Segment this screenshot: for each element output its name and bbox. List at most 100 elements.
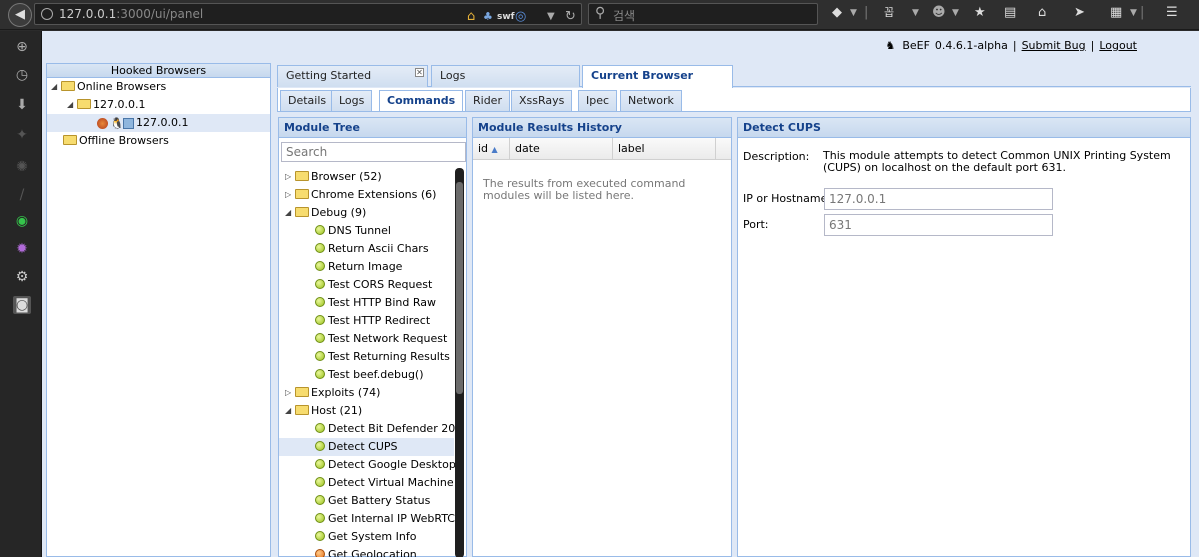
- bookmark-star-icon[interactable]: ★: [974, 4, 986, 22]
- globe-addon-icon[interactable]: ◎: [515, 8, 526, 26]
- module-item[interactable]: Test HTTP Bind Raw: [279, 294, 454, 312]
- green-addon-icon[interactable]: ◉: [13, 212, 31, 230]
- module-item[interactable]: DNS Tunnel: [279, 222, 454, 240]
- module-item[interactable]: Return Image: [279, 258, 454, 276]
- screen-sidebar-icon[interactable]: ◙: [13, 296, 31, 314]
- online-browsers-node[interactable]: ◢ Online Browsers: [51, 78, 166, 96]
- host-label: IP or Hostname:: [743, 192, 832, 205]
- tab-current-browser[interactable]: Current Browser: [582, 65, 733, 88]
- expanded-arrow-icon[interactable]: ◢: [67, 96, 77, 114]
- host-node[interactable]: ◢ 127.0.0.1: [67, 96, 145, 114]
- module-results-title: Module Results History: [473, 118, 731, 138]
- bookmark-sidebar-icon[interactable]: ⊕: [13, 38, 31, 56]
- expanded-arrow-icon[interactable]: ◢: [285, 204, 295, 222]
- url-text: 127.0.0.1:3000/ui/panel: [59, 7, 204, 21]
- column-date[interactable]: date: [510, 138, 613, 160]
- submit-bug-link[interactable]: Submit Bug: [1022, 39, 1086, 52]
- collapsed-arrow-icon[interactable]: ▷: [285, 186, 295, 204]
- expanded-arrow-icon[interactable]: ◢: [51, 78, 61, 96]
- module-search-input[interactable]: Search: [281, 142, 466, 162]
- module-detail-panel: Detect CUPS Description: This module att…: [737, 117, 1191, 557]
- folder-icon: [295, 387, 309, 397]
- settings-sidebar-icon[interactable]: ⚙: [13, 268, 31, 286]
- linux-icon: 🐧: [110, 116, 124, 130]
- sub-tab-strip: Details Logs Commands Rider XssRays Ipec…: [277, 88, 1191, 112]
- module-category[interactable]: ▷ Browser (52): [279, 168, 454, 186]
- expanded-arrow-icon[interactable]: ◢: [285, 402, 295, 420]
- menu-icon[interactable]: ☰: [1166, 4, 1178, 22]
- port-input[interactable]: 631: [824, 214, 1053, 236]
- hooked-client-row[interactable]: 🐧 127.0.0.1: [47, 114, 270, 132]
- grid-icon[interactable]: ▦: [1110, 4, 1122, 22]
- module-item[interactable]: Test Network Request: [279, 330, 454, 348]
- gear-sidebar-icon[interactable]: ✺: [13, 158, 31, 176]
- module-item[interactable]: Return Ascii Chars: [279, 240, 454, 258]
- module-category[interactable]: ◢ Debug (9): [279, 204, 454, 222]
- module-item[interactable]: Get Internal IP WebRTC: [279, 510, 455, 528]
- browser-sidebar: ⊕ ◷ ⬇ ✦ ✺ / ◉ ✹ ⚙ ◙: [0, 31, 42, 557]
- swf-addon-icon[interactable]: swf: [497, 8, 515, 26]
- tag-dropdown-icon[interactable]: ▼: [850, 4, 857, 22]
- logout-link[interactable]: Logout: [1099, 39, 1137, 52]
- module-label: Exploits (74): [311, 386, 381, 399]
- history-sidebar-icon[interactable]: ◷: [13, 66, 31, 84]
- module-tree-scrollbar[interactable]: [455, 168, 464, 557]
- module-item[interactable]: Get System Info: [279, 528, 454, 546]
- column-label[interactable]: label: [613, 138, 716, 160]
- search-bar[interactable]: ⚲ 검색: [588, 3, 818, 25]
- module-item[interactable]: Test Returning Results: [279, 348, 454, 366]
- subtab-ipec[interactable]: Ipec: [578, 90, 618, 111]
- module-item[interactable]: Get Battery Status: [279, 492, 454, 510]
- module-item[interactable]: Detect Virtual Machine: [279, 474, 454, 492]
- close-icon[interactable]: ✕: [415, 68, 424, 77]
- tab-getting-started[interactable]: Getting Started ✕: [277, 65, 428, 87]
- subtab-commands[interactable]: Commands: [379, 90, 464, 111]
- ghost-icon[interactable]: ☻: [932, 4, 946, 22]
- send-icon[interactable]: ➤: [1074, 4, 1085, 22]
- module-item[interactable]: Test HTTP Redirect: [279, 312, 454, 330]
- sort-ascending-icon: ▲: [491, 145, 498, 154]
- pen-sidebar-icon[interactable]: /: [13, 186, 31, 204]
- download-sidebar-icon[interactable]: ⬇: [13, 96, 31, 114]
- offline-browsers-node[interactable]: Offline Browsers: [63, 132, 169, 150]
- purple-addon-icon[interactable]: ✹: [13, 240, 31, 258]
- network-addon-icon[interactable]: ♣: [483, 8, 493, 26]
- collapsed-arrow-icon[interactable]: ▷: [285, 384, 295, 402]
- ghost-dropdown-icon[interactable]: ▼: [952, 4, 959, 22]
- bookmarks-list-icon[interactable]: ▤: [1004, 4, 1016, 22]
- kana-icon[interactable]: 꼽: [884, 4, 894, 22]
- grid-dropdown-icon[interactable]: ▼: [1130, 4, 1137, 22]
- collapsed-arrow-icon[interactable]: ▷: [285, 168, 295, 186]
- module-item[interactable]: Test CORS Request: [279, 276, 454, 294]
- module-category[interactable]: ◢ Host (21): [279, 402, 454, 420]
- subtab-logs[interactable]: Logs: [331, 90, 373, 111]
- tab-logs[interactable]: Logs: [431, 65, 580, 87]
- home-icon[interactable]: ⌂: [1038, 4, 1046, 22]
- module-item[interactable]: Detect Bit Defender 2012: [279, 420, 455, 438]
- module-item[interactable]: Get Geolocation: [279, 546, 454, 557]
- dropdown-icon[interactable]: ▼: [547, 8, 555, 26]
- back-button[interactable]: ◀: [8, 3, 32, 27]
- subtab-xssrays[interactable]: XssRays: [511, 90, 573, 111]
- subtab-rider[interactable]: Rider: [465, 90, 510, 111]
- addon-sidebar-icon[interactable]: ✦: [13, 126, 31, 144]
- module-category[interactable]: ▷ Chrome Extensions (6): [279, 186, 454, 204]
- green-status-icon: [315, 315, 325, 325]
- kana-dropdown-icon[interactable]: ▼: [912, 4, 919, 22]
- url-bar[interactable]: 127.0.0.1:3000/ui/panel ⌂ ♣ swf ◎ ▼ ↻: [34, 3, 582, 25]
- tag-icon[interactable]: ◆: [832, 4, 842, 22]
- module-item[interactable]: Test beef.debug(): [279, 366, 454, 384]
- module-category[interactable]: ▷ Exploits (74): [279, 384, 454, 402]
- subtab-details[interactable]: Details: [280, 90, 335, 111]
- scrollbar-thumb[interactable]: [456, 182, 463, 394]
- column-id[interactable]: id ▲: [473, 138, 510, 160]
- module-item[interactable]: Detect Google Desktop: [279, 456, 455, 474]
- subtab-network[interactable]: Network: [620, 90, 682, 111]
- module-item[interactable]: Detect CUPS: [279, 438, 454, 456]
- green-status-icon: [315, 513, 325, 523]
- host-input[interactable]: 127.0.0.1: [824, 188, 1053, 210]
- beef-panel: ♞ BeEF 0.4.6.1-alpha | Submit Bug | Logo…: [42, 31, 1199, 557]
- folder-icon: [295, 189, 309, 199]
- reload-icon[interactable]: ↻: [565, 8, 576, 26]
- home-addon-icon[interactable]: ⌂: [467, 8, 475, 26]
